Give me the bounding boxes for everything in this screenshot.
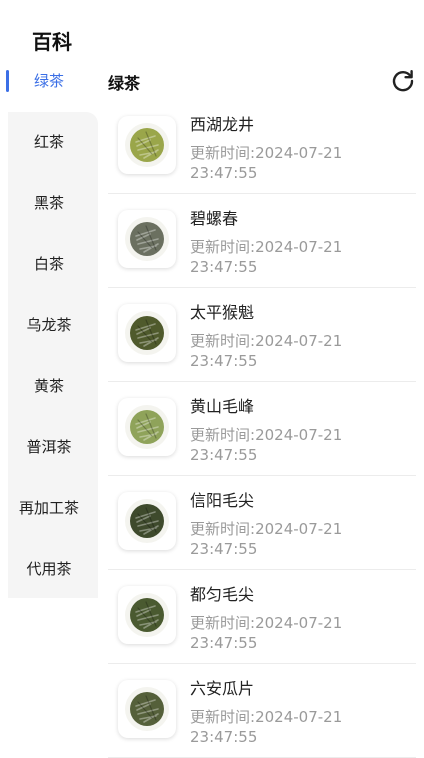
- sidebar-item-puer-tea[interactable]: 普洱茶: [0, 416, 98, 477]
- sidebar-item-label: 黑茶: [33, 194, 64, 212]
- tea-thumbnail: [118, 586, 176, 644]
- update-date: 2024-07-21: [255, 238, 343, 256]
- update-time-label: 更新时间:: [190, 144, 256, 162]
- update-time-label: 更新时间:: [190, 708, 256, 726]
- sidebar-item-label: 普洱茶: [26, 438, 72, 456]
- update-time-label: 更新时间:: [190, 520, 256, 538]
- tea-leaves-icon: [125, 687, 169, 731]
- update-time: 更新时间:2024-07-21 23:47:55: [190, 425, 390, 465]
- sidebar-item-green-tea[interactable]: 绿茶: [0, 50, 98, 111]
- tea-name: 西湖龙井: [190, 115, 255, 134]
- tea-thumbnail: [118, 398, 176, 456]
- update-time: 更新时间:2024-07-21 23:47:55: [190, 613, 390, 653]
- sidebar-item-white-tea[interactable]: 白茶: [0, 233, 98, 294]
- category-sidebar: 绿茶 红茶 黑茶 白茶 乌龙茶 黄茶 普洱茶 再加工茶 代用茶: [0, 50, 98, 598]
- sidebar-item-label: 绿茶: [33, 72, 64, 90]
- tea-list-item[interactable]: 太平猴魁 更新时间:2024-07-21 23:47:55: [108, 288, 416, 382]
- tea-name: 六安瓜片: [190, 679, 255, 698]
- sidebar-item-substitute-tea[interactable]: 代用茶: [0, 538, 98, 599]
- update-clock: 23:47:55: [190, 258, 258, 276]
- update-clock: 23:47:55: [190, 446, 258, 464]
- sidebar-item-dark-tea[interactable]: 黑茶: [0, 172, 98, 233]
- update-time-label: 更新时间:: [190, 332, 256, 350]
- update-time-label: 更新时间:: [190, 426, 256, 444]
- tea-list-item[interactable]: 都匀毛尖 更新时间:2024-07-21 23:47:55: [108, 570, 416, 664]
- tea-leaves-icon: [125, 217, 169, 261]
- tea-thumbnail: [118, 492, 176, 550]
- section-title: 绿茶: [108, 74, 141, 93]
- update-time: 更新时间:2024-07-21 23:47:55: [190, 707, 390, 747]
- update-time: 更新时间:2024-07-21 23:47:55: [190, 519, 390, 559]
- sidebar-item-yellow-tea[interactable]: 黄茶: [0, 355, 98, 416]
- tea-leaves-icon: [125, 123, 169, 167]
- sidebar-item-label: 再加工茶: [18, 499, 79, 517]
- sidebar-item-label: 乌龙茶: [26, 316, 72, 334]
- tea-name: 黄山毛峰: [190, 397, 255, 416]
- sidebar-item-reprocessed-tea[interactable]: 再加工茶: [0, 477, 98, 538]
- sidebar-item-black-tea[interactable]: 红茶: [0, 111, 98, 172]
- update-time-label: 更新时间:: [190, 614, 256, 632]
- tea-thumbnail: [118, 304, 176, 362]
- tea-list-item[interactable]: 信阳毛尖 更新时间:2024-07-21 23:47:55: [108, 476, 416, 570]
- tea-thumbnail: [118, 210, 176, 268]
- tea-leaves-icon: [125, 593, 169, 637]
- update-date: 2024-07-21: [255, 144, 343, 162]
- update-date: 2024-07-21: [255, 708, 343, 726]
- update-date: 2024-07-21: [255, 332, 343, 350]
- sidebar-item-label: 白茶: [33, 255, 64, 273]
- update-clock: 23:47:55: [190, 164, 258, 182]
- update-time: 更新时间:2024-07-21 23:47:55: [190, 331, 390, 371]
- refresh-icon[interactable]: [390, 68, 416, 94]
- active-indicator: [6, 70, 9, 92]
- update-clock: 23:47:55: [190, 728, 258, 746]
- refresh-icon-glyph: [392, 70, 414, 92]
- tea-thumbnail: [118, 680, 176, 738]
- tea-thumbnail: [118, 116, 176, 174]
- update-date: 2024-07-21: [255, 426, 343, 444]
- tea-leaves-icon: [125, 499, 169, 543]
- tea-list-item[interactable]: 黄山毛峰 更新时间:2024-07-21 23:47:55: [108, 382, 416, 476]
- tea-name: 信阳毛尖: [190, 491, 255, 510]
- update-time-label: 更新时间:: [190, 238, 256, 256]
- tea-list-item[interactable]: 碧螺春 更新时间:2024-07-21 23:47:55: [108, 194, 416, 288]
- tea-name: 太平猴魁: [190, 303, 255, 322]
- sidebar-item-label: 黄茶: [33, 377, 64, 395]
- update-time: 更新时间:2024-07-21 23:47:55: [190, 237, 390, 277]
- update-date: 2024-07-21: [255, 614, 343, 632]
- update-time: 更新时间:2024-07-21 23:47:55: [190, 143, 390, 183]
- update-clock: 23:47:55: [190, 634, 258, 652]
- tea-list: 西湖龙井 更新时间:2024-07-21 23:47:55 碧螺春 更新时间:20…: [108, 100, 416, 758]
- update-clock: 23:47:55: [190, 540, 258, 558]
- tea-leaves-icon: [125, 311, 169, 355]
- update-clock: 23:47:55: [190, 352, 258, 370]
- sidebar-item-oolong-tea[interactable]: 乌龙茶: [0, 294, 98, 355]
- tea-list-item[interactable]: 西湖龙井 更新时间:2024-07-21 23:47:55: [108, 100, 416, 194]
- tea-list-item[interactable]: 六安瓜片 更新时间:2024-07-21 23:47:55: [108, 664, 416, 758]
- tea-name: 都匀毛尖: [190, 585, 255, 604]
- update-date: 2024-07-21: [255, 520, 343, 538]
- sidebar-item-label: 红茶: [33, 133, 64, 151]
- tea-name: 碧螺春: [190, 209, 239, 228]
- sidebar-item-label: 代用茶: [26, 560, 72, 578]
- tea-leaves-icon: [125, 405, 169, 449]
